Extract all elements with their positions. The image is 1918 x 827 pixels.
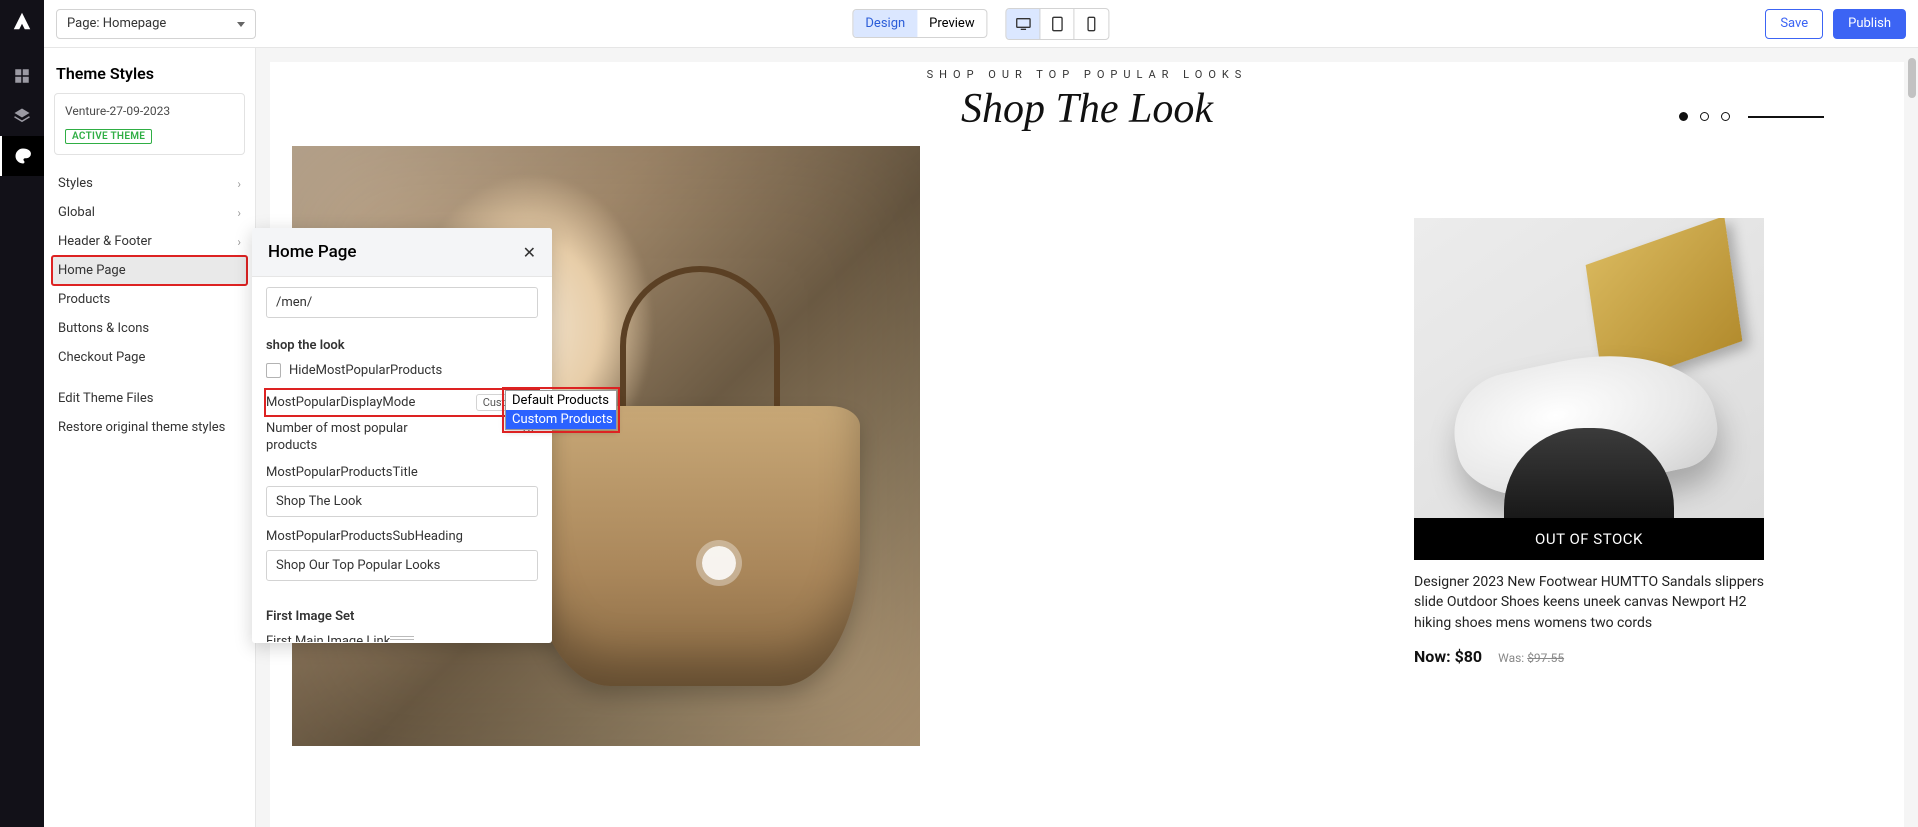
device-desktop-icon[interactable]: [1007, 9, 1041, 39]
drag-handle-icon[interactable]: [390, 636, 414, 640]
sidebar-item-label: Checkout Page: [58, 350, 145, 365]
hero-title: Shop The Look: [270, 85, 1904, 133]
carousel-dot[interactable]: [1679, 112, 1688, 121]
sidebar-item-label: Buttons & Icons: [58, 321, 149, 336]
out-of-stock-badge: OUT OF STOCK: [1414, 518, 1764, 560]
settings-body: shop the look HideMostPopularProducts Mo…: [252, 277, 552, 642]
mode-design[interactable]: Design: [853, 10, 917, 37]
field-label: MostPopularProductsSubHeading: [266, 529, 538, 544]
num-products-field: Number of most popular products 10: [266, 415, 538, 465]
restore-theme-link[interactable]: Restore original theme styles: [52, 413, 247, 442]
carousel-dot[interactable]: [1700, 112, 1709, 121]
theme-name: Venture-27-09-2023: [65, 104, 234, 118]
sidebar-title: Theme Styles: [52, 60, 247, 93]
logo: [7, 6, 37, 36]
hotspot-icon[interactable]: [702, 546, 736, 580]
section-label: First Image Set: [266, 609, 538, 624]
carousel-line: [1748, 116, 1824, 118]
product-card[interactable]: OUT OF STOCK Designer 2023 New Footwear …: [1414, 218, 1764, 666]
display-mode-field: MostPopularDisplayMode Custom: [266, 390, 538, 415]
sidebar-item-checkout-page[interactable]: Checkout Page: [52, 343, 247, 372]
sidebar-item-label: Products: [58, 292, 110, 307]
hero-subtitle: SHOP OUR TOP POPULAR LOOKS: [270, 62, 1904, 81]
section-label: shop the look: [266, 338, 538, 353]
chevron-right-icon: ›: [237, 235, 241, 249]
sidebar-item-styles[interactable]: Styles ›: [52, 169, 247, 198]
dropdown-option-custom[interactable]: Custom Products: [506, 410, 616, 429]
scrollbar[interactable]: [1908, 58, 1916, 98]
chevron-right-icon: ›: [237, 177, 241, 191]
field-label: Number of most popular products: [266, 421, 436, 455]
dropdown-option-default[interactable]: Default Products: [506, 391, 616, 410]
display-mode-dropdown: Default Products Custom Products: [505, 390, 617, 430]
sidebar-item-label: Header & Footer: [58, 234, 152, 249]
palette-icon[interactable]: [0, 136, 44, 176]
edit-theme-files-link[interactable]: Edit Theme Files: [52, 384, 247, 413]
left-rail: [0, 0, 44, 827]
page-selector[interactable]: Page: Homepage: [56, 9, 256, 39]
mode-toggle: Design Preview: [852, 9, 987, 38]
url-input[interactable]: [266, 287, 538, 318]
sidebar-item-label: Global: [58, 205, 95, 220]
carousel-dots: [1679, 112, 1824, 121]
field-label: MostPopularDisplayMode: [266, 395, 415, 410]
right-controls: Save Publish: [1765, 9, 1906, 39]
settings-panel: Home Page ✕ shop the look HideMostPopula…: [252, 228, 552, 643]
checkbox-icon: [266, 363, 281, 378]
apps-icon[interactable]: [0, 56, 44, 96]
device-toggle: [1006, 8, 1110, 40]
sidebar: Theme Styles Venture-27-09-2023 ACTIVE T…: [44, 48, 256, 827]
device-mobile-icon[interactable]: [1075, 9, 1109, 39]
sidebar-item-buttons-icons[interactable]: Buttons & Icons: [52, 314, 247, 343]
product-image: [1414, 218, 1764, 518]
field-label: MostPopularProductsTitle: [266, 465, 538, 480]
sidebar-item-label: Home Page: [58, 263, 126, 278]
save-button[interactable]: Save: [1765, 9, 1823, 39]
panel-title: Home Page: [268, 242, 357, 262]
mode-preview[interactable]: Preview: [917, 10, 986, 37]
sidebar-item-home-page[interactable]: Home Page: [52, 256, 247, 285]
close-icon[interactable]: ✕: [523, 243, 536, 262]
chevron-right-icon: ›: [237, 206, 241, 220]
price-now: Now: $80: [1414, 647, 1482, 666]
hide-products-checkbox[interactable]: HideMostPopularProducts: [266, 363, 538, 378]
active-theme-badge: ACTIVE THEME: [65, 129, 152, 144]
products-title-input[interactable]: [266, 486, 538, 517]
carousel-dot[interactable]: [1721, 112, 1730, 121]
price-row: Now: $80 Was: $97.55: [1414, 647, 1764, 666]
device-tablet-icon[interactable]: [1041, 9, 1075, 39]
sidebar-item-header-footer[interactable]: Header & Footer ›: [52, 227, 247, 256]
top-bar: Page: Homepage Design Preview Save Publi…: [44, 0, 1918, 48]
settings-header: Home Page ✕: [252, 228, 552, 277]
checkbox-label: HideMostPopularProducts: [289, 363, 442, 378]
products-subheading-input[interactable]: [266, 550, 538, 581]
center-controls: Design Preview: [852, 8, 1109, 40]
product-title: Designer 2023 New Footwear HUMTTO Sandal…: [1414, 572, 1764, 633]
layers-icon[interactable]: [0, 96, 44, 136]
price-was: Was: $97.55: [1498, 651, 1564, 665]
theme-card: Venture-27-09-2023 ACTIVE THEME: [54, 93, 245, 155]
sidebar-item-products[interactable]: Products: [52, 285, 247, 314]
publish-button[interactable]: Publish: [1833, 9, 1906, 39]
sidebar-item-label: Styles: [58, 176, 93, 191]
sidebar-item-global[interactable]: Global ›: [52, 198, 247, 227]
